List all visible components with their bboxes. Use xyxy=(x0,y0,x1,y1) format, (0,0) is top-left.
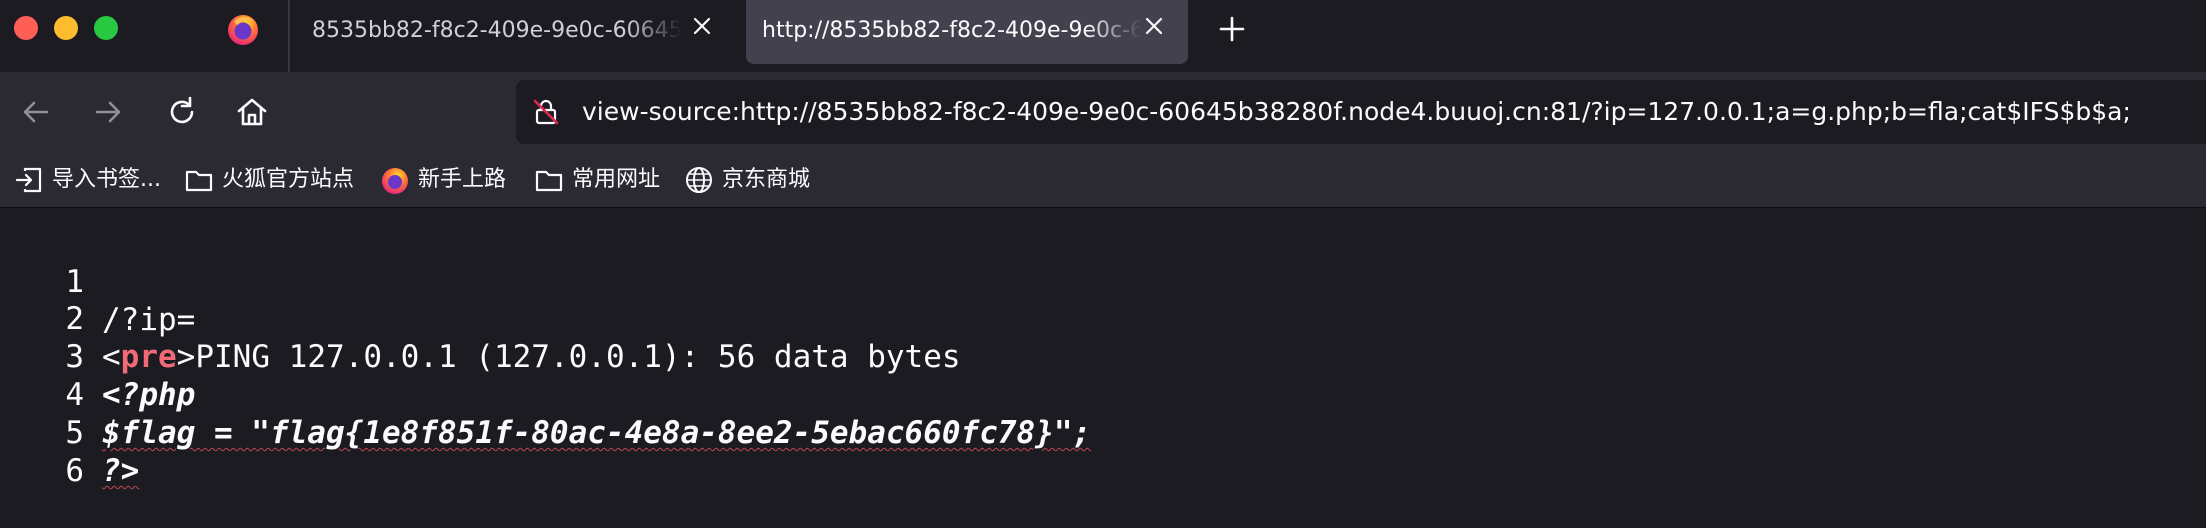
minimize-window-button[interactable] xyxy=(54,16,78,40)
bookmark-label: 火狐官方站点 xyxy=(222,167,355,192)
url-bar[interactable]: view-source:http://8535bb82-f8c2-409e-9e… xyxy=(516,80,2206,144)
tab-title: 8535bb82-f8c2-409e-9e0c-60645b38280f.nod… xyxy=(312,18,682,43)
source-line: 3 <?php xyxy=(0,300,2206,413)
firefox-icon xyxy=(382,168,408,194)
home-icon[interactable] xyxy=(234,94,270,130)
bookmark-import[interactable]: 导入书签... xyxy=(14,164,161,196)
folder-icon xyxy=(535,170,563,192)
back-arrow-icon[interactable] xyxy=(18,94,54,130)
zoom-window-button[interactable] xyxy=(94,16,118,40)
php-close-tag: ?> xyxy=(102,453,140,489)
tab-2-active[interactable]: http://8535bb82-f8c2-409e-9e0c-60645b382… xyxy=(746,0,1188,64)
view-source-content: 1 /?ip= 2 <pre>PING 127.0.0.1 (127.0.0.1… xyxy=(0,209,2206,489)
bookmark-label: 导入书签... xyxy=(52,167,161,192)
tab-title: http://8535bb82-f8c2-409e-9e0c-60645b382… xyxy=(762,18,1142,43)
source-line: 6 xyxy=(0,414,2206,489)
close-icon[interactable] xyxy=(1142,14,1166,38)
source-line: 5 ?> xyxy=(0,376,2206,489)
bookmark-label: 新手上路 xyxy=(418,167,507,192)
bookmark-folder-common-sites[interactable]: 常用网址 xyxy=(534,164,660,196)
bookmark-label: 常用网址 xyxy=(572,167,661,192)
import-icon xyxy=(15,167,42,193)
bookmarks-toolbar: 导入书签... 火狐官方站点 新手上路 常用网址 京东商城 xyxy=(0,152,2206,208)
bookmark-jd[interactable]: 京东商城 xyxy=(684,164,810,196)
bookmark-label: 京东商城 xyxy=(722,167,811,192)
close-window-button[interactable] xyxy=(14,16,38,40)
bookmark-getting-started[interactable]: 新手上路 xyxy=(380,164,506,196)
navigation-toolbar: view-source:http://8535bb82-f8c2-409e-9e… xyxy=(0,72,2206,152)
source-line: 4 $flag = "flag{1e8f851f-80ac-4e8a-8ee2-… xyxy=(0,338,2206,451)
reload-icon[interactable] xyxy=(164,94,200,130)
source-line: 2 <pre>PING 127.0.0.1 (127.0.0.1): 56 da… xyxy=(0,262,2206,375)
tab-strip: 8535bb82-f8c2-409e-9e0c-60645b38280f.nod… xyxy=(0,0,2206,72)
source-line: 1 /?ip= xyxy=(0,225,2206,338)
bookmark-folder-firefox-sites[interactable]: 火狐官方站点 xyxy=(184,164,354,196)
insecure-lock-icon[interactable] xyxy=(532,98,560,126)
url-input[interactable]: view-source:http://8535bb82-f8c2-409e-9e… xyxy=(582,96,2206,128)
folder-icon xyxy=(185,170,213,192)
forward-arrow-icon[interactable] xyxy=(90,94,126,130)
plus-icon[interactable] xyxy=(1216,13,1248,45)
firefox-view-icon[interactable] xyxy=(226,12,260,46)
tab-divider xyxy=(288,0,290,72)
close-icon[interactable] xyxy=(690,14,714,38)
tab-1[interactable]: 8535bb82-f8c2-409e-9e0c-60645b38280f.nod… xyxy=(292,0,738,64)
line-number: 6 xyxy=(65,453,84,489)
globe-icon xyxy=(686,167,712,193)
